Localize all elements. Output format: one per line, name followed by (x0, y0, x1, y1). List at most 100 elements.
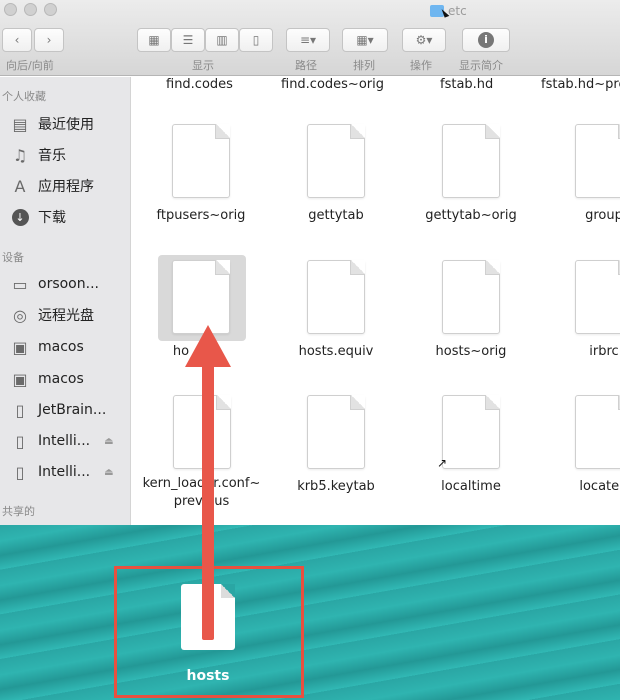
file-item[interactable]: irbrc (549, 260, 620, 359)
file-label: hosts.equiv (298, 344, 374, 359)
sidebar-item-applications[interactable]: A 应用程序 (10, 173, 130, 199)
gear-icon: ⚙▾ (415, 33, 433, 47)
file-item[interactable]: krb5.keytab (281, 395, 391, 494)
document-icon (172, 260, 230, 334)
file-label: gettytab (308, 208, 364, 223)
column-view-button[interactable]: ▥ (205, 28, 239, 52)
window-title-text: etc (448, 4, 467, 18)
sidebar-item-music[interactable]: ♫ 音乐 (10, 142, 130, 168)
info-icon: i (478, 32, 494, 48)
drive-icon: ▯ (15, 431, 25, 451)
action-label: 操作 (410, 59, 432, 72)
gallery-view-button[interactable]: ▯ (239, 28, 273, 52)
get-info-button[interactable]: i (462, 28, 510, 52)
chevron-left-icon: ‹ (14, 33, 20, 47)
document-icon (307, 260, 365, 334)
file-label: group (585, 208, 620, 223)
alias-arrow-icon: ↗ (437, 456, 448, 470)
document-icon (172, 124, 230, 198)
finder-window: etc ‹ › 向后/向前 ▦ ☰ ▥ ▯ 显示 ≡▾ 路径 ▦▾ 排列 ⚙▾ … (0, 0, 620, 525)
file-item[interactable]: ftpusers~orig (146, 124, 256, 223)
sidebar-item-computer[interactable]: ▭ orsoon... (10, 271, 130, 297)
file-item[interactable]: hosts.equiv (281, 260, 391, 359)
minimize-window-button[interactable] (24, 3, 37, 16)
sidebar-item-label: Intelli... (38, 464, 91, 480)
window-title: etc (430, 2, 467, 20)
sidebar-item-label: 远程光盘 (38, 308, 94, 324)
file-item[interactable]: ↗ localtime (416, 395, 526, 494)
icon-view-button[interactable]: ▦ (137, 28, 171, 52)
file-item[interactable]: gettytab~orig (416, 124, 526, 223)
sidebar-item-label: JetBrain... (38, 402, 107, 418)
document-icon (575, 395, 620, 469)
sidebar-item-label: 下载 (38, 210, 66, 226)
music-icon: ♫ (12, 145, 28, 165)
file-label: hosts~orig (435, 344, 507, 359)
eject-icon[interactable]: ⏏ (104, 467, 113, 478)
file-item[interactable]: gettytab (281, 124, 391, 223)
columns-icon: ▥ (216, 33, 228, 47)
file-icon: ▯ (15, 400, 25, 420)
icon-grid-icon: ▦ (148, 33, 160, 47)
document-icon: ↗ (437, 395, 500, 470)
path-button[interactable]: ≡▾ (286, 28, 330, 52)
disk-icon: ▣ (12, 369, 28, 389)
drive-icon: ▯ (15, 462, 25, 482)
file-label: ftpusers~orig (156, 208, 246, 223)
action-button[interactable]: ⚙▾ (402, 28, 446, 52)
favorites-header: 个人收藏 (2, 90, 46, 103)
path-label: 路径 (295, 59, 317, 72)
sidebar-item-intellij-1[interactable]: ▯ Intelli... ⏏ (10, 428, 130, 454)
file-label[interactable]: fstab.hd (440, 77, 493, 92)
file-label: gettytab~orig (425, 208, 517, 223)
recents-icon: ▤ (12, 114, 28, 134)
sidebar-item-macos-1[interactable]: ▣ macos (10, 334, 130, 360)
file-label[interactable]: find.codes (166, 77, 233, 92)
list-view-button[interactable]: ☰ (171, 28, 205, 52)
file-label[interactable]: fstab.hd~pre (541, 77, 620, 92)
chevron-right-icon: › (46, 33, 52, 47)
file-item[interactable]: group (549, 124, 620, 223)
disc-icon: ◎ (13, 305, 27, 325)
sidebar-item-label: Intelli... (38, 433, 91, 449)
sidebar-item-label: 应用程序 (38, 179, 94, 195)
document-icon (442, 124, 500, 198)
sidebar-item-jetbrains[interactable]: ▯ JetBrain... (10, 397, 130, 423)
zoom-window-button[interactable] (44, 3, 57, 16)
applications-icon: A (14, 176, 26, 196)
sidebar-item-label: 最近使用 (38, 117, 94, 133)
sidebar-item-label: macos (38, 339, 84, 355)
close-window-button[interactable] (4, 3, 17, 16)
devices-header: 设备 (2, 251, 24, 264)
sidebar-item-macos-2[interactable]: ▣ macos (10, 366, 130, 392)
sidebar-item-intellij-2[interactable]: ▯ Intelli... ⏏ (10, 459, 130, 485)
forward-button[interactable]: › (34, 28, 64, 52)
file-item[interactable]: locate.r (549, 395, 620, 494)
get-info-label: 显示简介 (459, 59, 503, 72)
sidebar-item-remote-disc[interactable]: ◎ 远程光盘 (10, 302, 130, 328)
back-button[interactable]: ‹ (2, 28, 32, 52)
downloads-icon: ↓ (10, 207, 30, 227)
eject-icon[interactable]: ⏏ (104, 436, 113, 447)
file-item[interactable]: hosts~orig (416, 260, 526, 359)
nav-label: 向后/向前 (6, 59, 54, 72)
file-label: locate.r (579, 479, 620, 494)
drag-arrow-shaft (202, 360, 214, 640)
disk-icon: ▣ (12, 337, 28, 357)
file-label[interactable]: find.codes~orig (281, 77, 384, 92)
list-icon: ☰ (182, 33, 194, 47)
sidebar-item-label: macos (38, 371, 84, 387)
desktop-background (0, 525, 620, 700)
arrange-button[interactable]: ▦▾ (342, 28, 388, 52)
computer-icon: ▭ (12, 274, 28, 294)
document-icon (442, 260, 500, 334)
desktop-file-label[interactable]: hosts (160, 668, 256, 684)
shared-header: 共享的 (2, 505, 35, 518)
view-label: 显示 (192, 59, 214, 72)
sidebar-item-label: orsoon... (38, 276, 99, 292)
sidebar: 个人收藏 ▤ 最近使用 ♫ 音乐 A 应用程序 ↓ 下载 设备 ▭ orsoon… (0, 77, 131, 525)
sidebar-item-downloads[interactable]: ↓ 下载 (10, 204, 130, 230)
drag-arrow-head-icon (185, 325, 231, 367)
sidebar-item-recents[interactable]: ▤ 最近使用 (10, 111, 130, 137)
path-icon: ≡▾ (299, 33, 317, 47)
